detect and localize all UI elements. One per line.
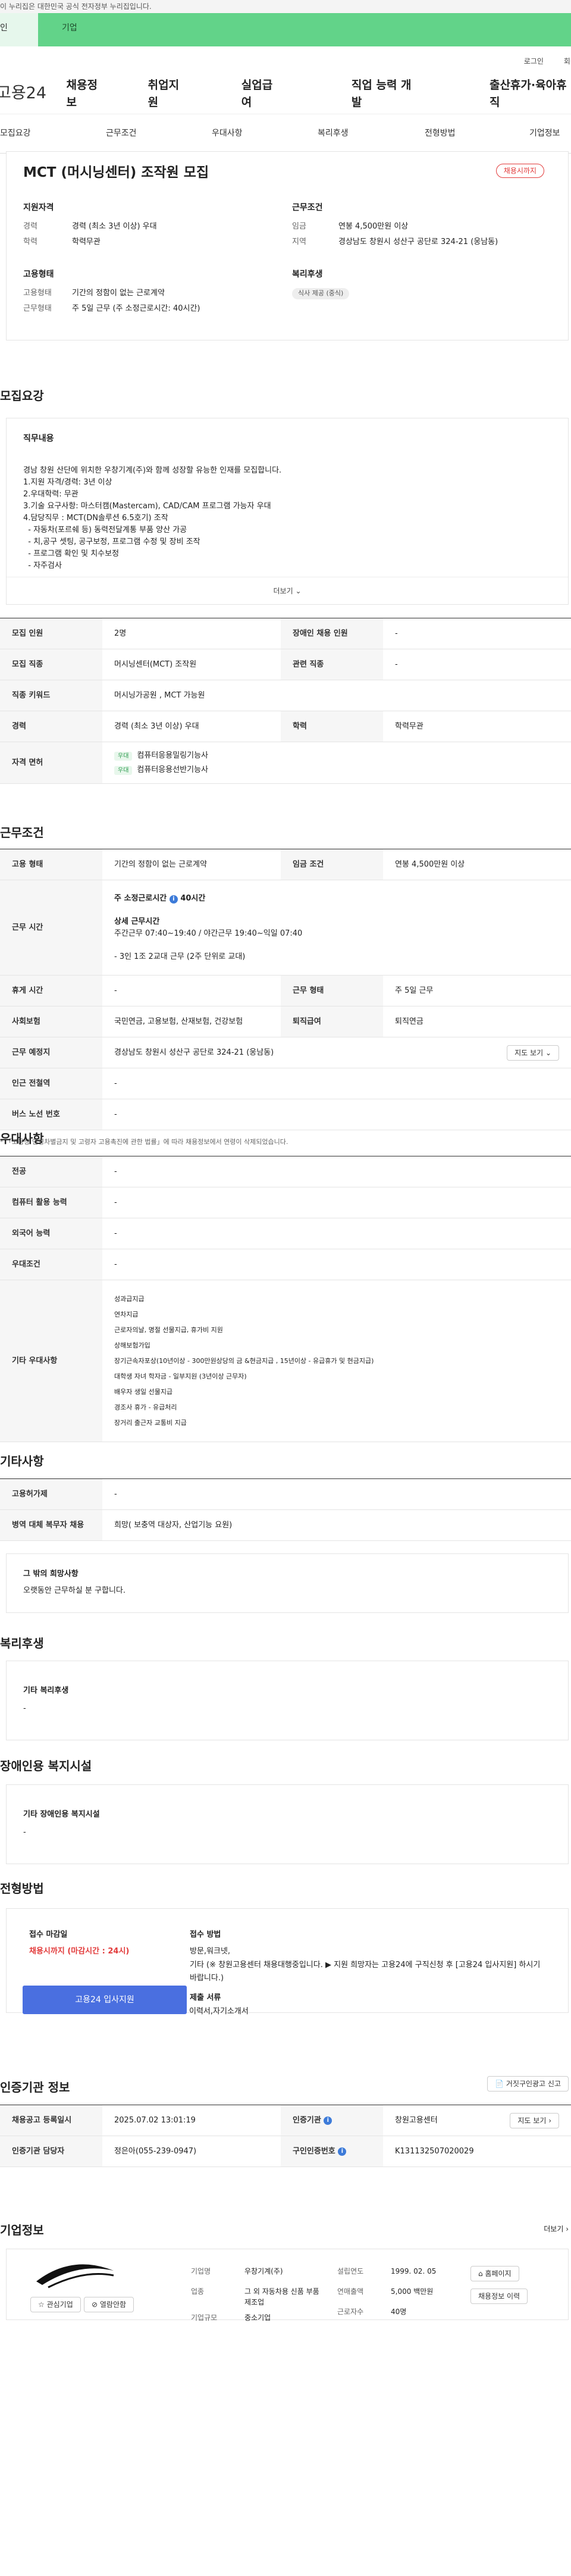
table-row: 버스 노선 번호 - — [0, 1099, 571, 1130]
hide-button[interactable]: ⊘ 열람안함 — [84, 2297, 134, 2312]
process-title: 전형방법 — [0, 1881, 44, 1896]
company-info-left: 기업명 우창기계(주) 업종 그 외 자동차용 신품 부품 제조업 기업규모 중소기업 — [191, 2267, 319, 2322]
table-row: 기타 우대사항 성과급지급 연차지급 근로자의날, 명절 선물지급, 휴가비 지원 상… — [0, 1280, 571, 1442]
welfare-title: 복리후생 — [0, 1636, 44, 1650]
gnb-item-leave[interactable]: 출산휴가·육아휴직 — [490, 77, 571, 111]
emp-heading: 고용형태 — [23, 270, 54, 279]
table-row: 모집 인원 2명 장애인 채용 인원 - — [0, 618, 571, 649]
facility-title: 장애인용 복지시설 — [0, 1759, 92, 1773]
more-button[interactable]: 더보기 ⌄ — [7, 577, 568, 596]
table-row: 우대조건 - — [0, 1249, 571, 1280]
company-more[interactable]: 더보기 › — [544, 2224, 569, 2234]
banner-company[interactable]: 기업 — [38, 13, 571, 46]
recruit-title: 모집요강 — [0, 389, 44, 403]
table-row: 모집 직종 머시닝센터(MCT) 조작원 관련 직종 - — [0, 649, 571, 680]
info-icon: i — [324, 2116, 332, 2125]
table-row: 인근 전철역 - — [0, 1068, 571, 1099]
duty-text: 경남 창원 산단에 위치한 우창기계(주)와 함께 성장할 유능한 인재를 모집… — [23, 466, 282, 570]
report-button[interactable]: 📄 거짓구인광고 신고 — [487, 2076, 569, 2092]
recruit-table: 모집 인원 2명 장애인 채용 인원 - 모집 직종 머시닝센터(MCT) 조작원 관련 … — [0, 618, 571, 784]
company-info-right: 설립연도 1999. 02. 05 연매출액 5,000 백만원 근로자수 40명 — [337, 2267, 437, 2316]
facility-box: 기타 장애인용 복지시설 - — [6, 1784, 569, 1864]
section-tabs: 모집요강 근무조건 우대사항 복리후생 전형방법 기업정보 — [0, 114, 571, 154]
table-row: 사회보험 국민연금, 고용보험, 산재보험, 건강보험 퇴직급여 퇴직연금 — [0, 1006, 571, 1037]
pref-title: 우대사항 — [0, 1131, 44, 1146]
pref-table: 전공 - 컴퓨터 활용 능력 - 외국어 능력 - 우대조건 - 기타 우대사항 성과급… — [0, 1156, 571, 1442]
career-info: 경력 경력 (최소 3년 이상) 우대 — [23, 222, 157, 231]
table-row: 직종 키워드 머시닝가공원 , MCT 가능원 — [0, 680, 571, 711]
emp-type-info: 고용형태 기간의 정함이 없는 근로계약 — [23, 289, 165, 298]
login-link[interactable]: 로그인 — [524, 56, 544, 74]
welfare-box: 기타 복리후생 - — [6, 1661, 569, 1740]
tab-company[interactable]: 기업정보 — [529, 127, 560, 140]
agency-title: 인증기관 정보 — [0, 2080, 70, 2094]
agency-table: 채용공고 등록일시 2025.07.02 13:01:19 인증기관 i 창원고용센터… — [0, 2105, 571, 2167]
job-summary-card: MCT (머시닝센터) 조작원 모집 채용시까지 지원자격 경력 경력 (최소 3… — [6, 151, 569, 340]
gnb-item-jobs[interactable]: 채용정보 — [66, 77, 105, 111]
table-row: 고용허가제 - — [0, 1479, 571, 1510]
job-title: MCT (머시닝센터) 조작원 모집 — [23, 165, 209, 180]
table-row: 휴게 시간 - 근무 형태 주 5일 근무 — [0, 976, 571, 1006]
tab-welfare[interactable]: 복리후생 — [318, 127, 349, 140]
ben-tag: 식사 제공 (중식) — [292, 287, 350, 299]
agency-map-button[interactable]: 지도 보기 › — [510, 2112, 559, 2128]
table-row: 채용공고 등록일시 2025.07.02 13:01:19 인증기관 i 창원고용센터… — [0, 2105, 571, 2136]
table-row: 컴퓨터 활용 능력 - — [0, 1187, 571, 1218]
tab-process[interactable]: 전형방법 — [425, 127, 456, 140]
tab-work[interactable]: 근무조건 — [106, 127, 137, 140]
info-icon: i — [338, 2147, 347, 2156]
edu-info: 학력 학력무관 — [23, 237, 101, 246]
history-button[interactable]: 채용정보 이력 — [470, 2289, 528, 2304]
apply-button[interactable]: 고용24 입사지원 — [23, 1986, 187, 2014]
table-row: 전공 - — [0, 1156, 571, 1187]
license-item: 우대 컴퓨터응용밀링기능사 — [114, 750, 208, 762]
work-table: 고용 형태 기간의 정함이 없는 근로계약 임금 조건 연봉 4,500만원 이상 근… — [0, 849, 571, 1148]
like-button[interactable]: ☆ 관심기업 — [30, 2297, 81, 2312]
top-banner: 인 기업 — [0, 13, 571, 46]
company-box: ☆ 관심기업 ⊘ 열람안함 기업명 우창기계(주) 업종 그 외 자동차용 신품 부… — [6, 2249, 569, 2322]
logo[interactable]: 고용24 — [0, 82, 57, 106]
banner-personal[interactable]: 인 — [0, 13, 38, 46]
duty-heading: 직무내용 — [23, 434, 54, 443]
other-title: 기타사항 — [0, 1454, 44, 1468]
table-row: 외국어 능력 - — [0, 1218, 571, 1249]
table-row: 자격 면허 우대 컴퓨터응용밀링기능사 우대 컴퓨터응용선반기능사 — [0, 742, 571, 784]
other-table: 고용허가제 - 병역 대체 복무자 채용 희망( 보충역 대상자, 산업기능 요원) — [0, 1478, 571, 1541]
util-menu: 로그인 회원 — [0, 46, 571, 74]
table-row: 근무 시간 주 소정근로시간 i 40시간 상세 근무시간 주간근무 07:40… — [0, 880, 571, 976]
table-row: 근무 예정지 경상남도 창원시 성산구 공단로 324-21 (웅남동) 지도 보기… — [0, 1037, 571, 1068]
hope-box: 그 밖의 희망사항 오랫동안 근무하실 분 구합니다. — [6, 1553, 569, 1613]
tab-pref[interactable]: 우대사항 — [212, 127, 243, 140]
work-title: 근무조건 — [0, 826, 44, 840]
deadline-badge: 채용시까지 — [495, 164, 544, 178]
gnb-item-benefit[interactable]: 실업급여 — [241, 77, 280, 111]
gnb-item-training[interactable]: 직업 능력 개발 — [352, 77, 417, 111]
join-link[interactable]: 회원 — [564, 56, 571, 74]
gnb-item-support[interactable]: 취업지원 — [148, 77, 187, 111]
table-row: 병역 대체 복무자 채용 희망( 보충역 대상자, 산업기능 요원) — [0, 1510, 571, 1541]
ben-heading: 복리후생 — [292, 270, 323, 279]
license-item: 우대 컴퓨터응용선반기능사 — [114, 764, 208, 776]
gov-notice: 이 누리집은 대한민국 공식 전자정부 누리집입니다. — [0, 0, 571, 13]
company-title: 기업정보 — [0, 2223, 44, 2237]
age-note: * 「고용상 연령차별금지 및 고령자 고용촉진에 관한 법률」에 따라 채용정… — [0, 1138, 288, 1146]
docs-text: 이력서,자기소개서 — [189, 2007, 249, 2016]
tab-recruit[interactable]: 모집요강 — [0, 127, 31, 140]
wage-info: 임금 연봉 4,500만원 이상 — [292, 222, 409, 231]
duty-box: 직무내용 경남 창원 산단에 위치한 우창기계(주)와 함께 성장할 유능한 인… — [6, 418, 569, 605]
homepage-button[interactable]: ⌂ 홈페이지 — [470, 2266, 519, 2281]
gnb: 고용24 채용정보 취업지원 실업급여 직업 능력 개발 출산휴가·육아휴직 — [0, 74, 571, 114]
cond-heading: 근무조건 — [292, 203, 323, 212]
table-row: 경력 경력 (최소 3년 이상) 우대 학력 학력무관 — [0, 711, 571, 742]
table-row: 인증기관 담당자 정은아(055-239-0947) 구인인증번호 i K131132… — [0, 2136, 571, 2167]
area-info: 지역 경상남도 창원시 성산구 공단로 324-21 (웅남동) — [292, 237, 498, 246]
map-button[interactable]: 지도 보기 ⌄ — [507, 1045, 559, 1061]
work-shape-info: 근무형태 주 5일 근무 (주 소정근로시간: 40시간) — [23, 304, 200, 313]
qual-heading: 지원자격 — [23, 203, 54, 212]
company-logo — [36, 2264, 114, 2289]
table-row: 고용 형태 기간의 정함이 없는 근로계약 임금 조건 연봉 4,500만원 이상 — [0, 849, 571, 880]
